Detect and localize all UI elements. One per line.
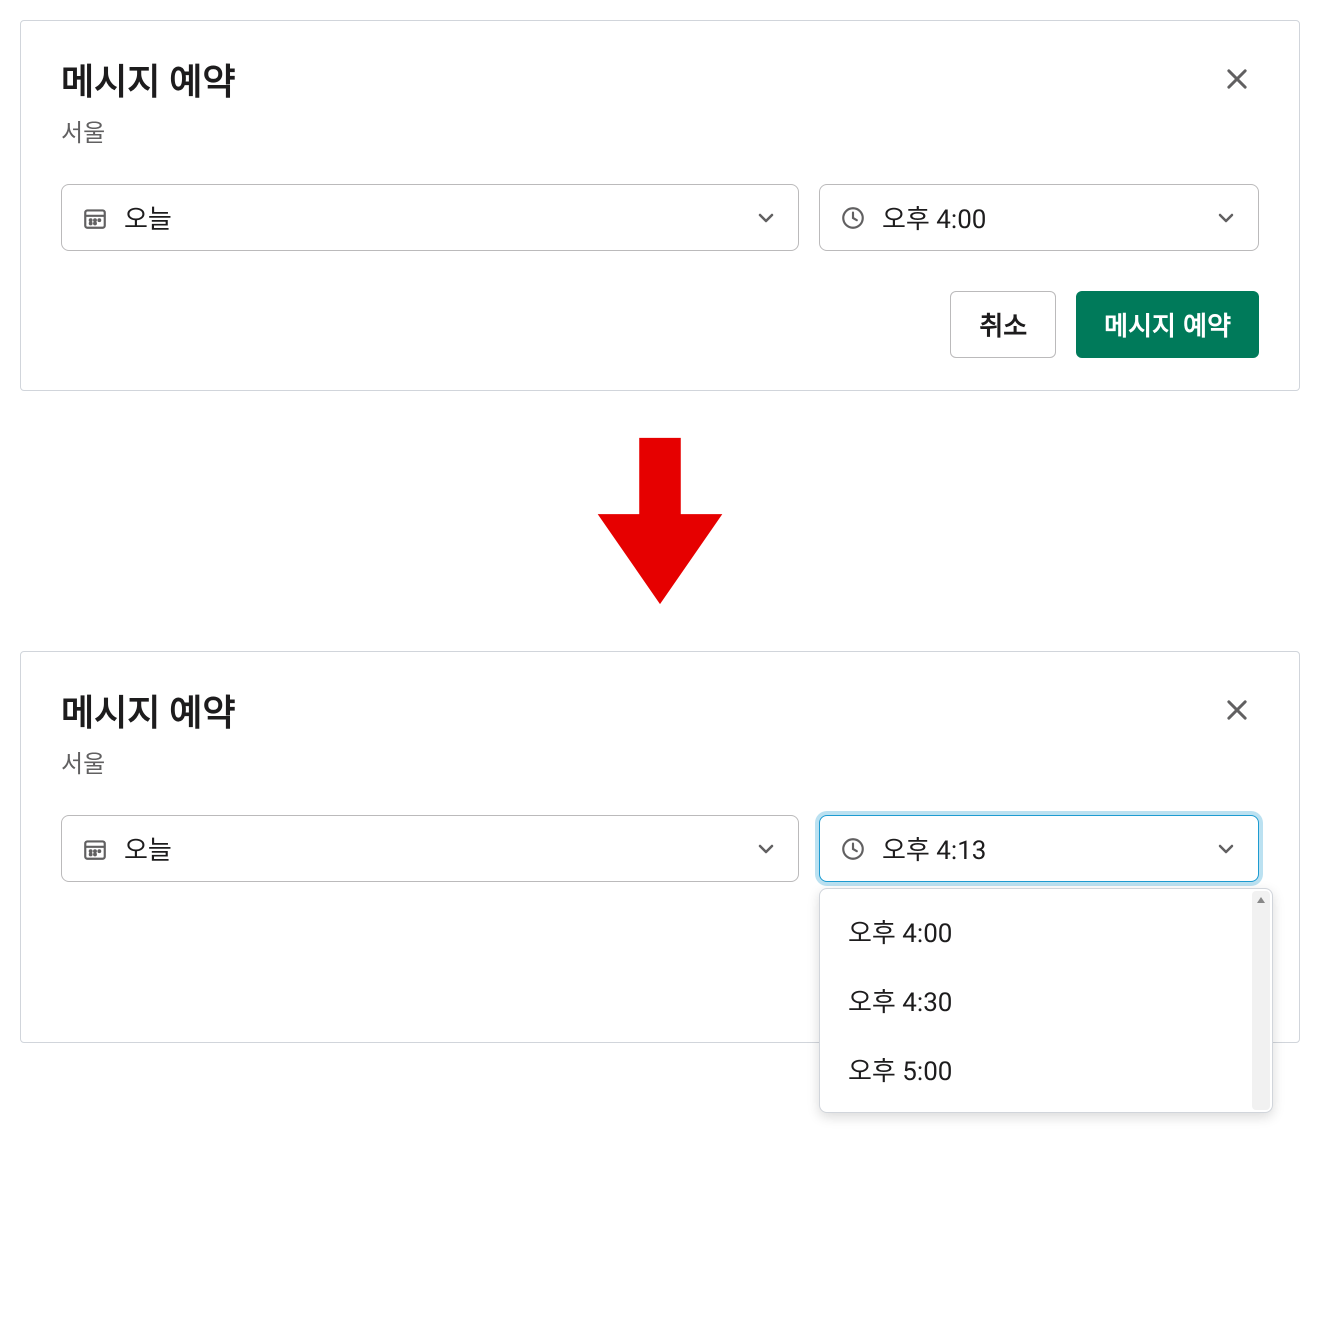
datetime-row: 오늘 오후 4:13 오후 4:00 오후 4:30 오후 5:00: [61, 815, 1259, 882]
datetime-row: 오늘 오후 4:00: [61, 184, 1259, 251]
chevron-down-icon: [754, 837, 778, 861]
time-value: 오후 4:13: [882, 830, 1214, 867]
time-select[interactable]: 오후 4:13: [819, 815, 1259, 882]
schedule-message-dialog-expanded: 메시지 예약 서울 오늘: [20, 651, 1300, 1043]
cancel-button[interactable]: 취소: [950, 291, 1056, 358]
close-button[interactable]: [1215, 57, 1259, 104]
dialog-title: 메시지 예약: [61, 53, 236, 105]
schedule-button[interactable]: 메시지 예약: [1076, 291, 1259, 358]
dialog-title-block: 메시지 예약 서울: [61, 53, 236, 148]
date-select[interactable]: 오늘: [61, 184, 799, 251]
clock-icon: [840, 205, 866, 231]
calendar-icon: [82, 836, 108, 862]
dialog-subtitle: 서울: [61, 744, 236, 779]
dialog-actions: 취소 메시지 예약: [61, 291, 1259, 358]
time-select[interactable]: 오후 4:00: [819, 184, 1259, 251]
time-option[interactable]: 오후 4:00: [820, 897, 1272, 966]
dialog-subtitle: 서울: [61, 113, 236, 148]
time-select-wrapper: 오후 4:13 오후 4:00 오후 4:30 오후 5:00: [819, 815, 1259, 882]
time-option[interactable]: 오후 4:30: [820, 966, 1272, 1035]
date-select[interactable]: 오늘: [61, 815, 799, 882]
schedule-message-dialog: 메시지 예약 서울 오늘: [20, 20, 1300, 391]
time-dropdown-list: 오후 4:00 오후 4:30 오후 5:00: [819, 888, 1273, 1113]
clock-icon: [840, 836, 866, 862]
chevron-down-icon: [754, 206, 778, 230]
transition-arrow: [20, 391, 1300, 651]
date-value: 오늘: [124, 199, 754, 236]
date-value: 오늘: [124, 830, 754, 867]
chevron-down-icon: [1214, 837, 1238, 861]
time-value: 오후 4:00: [882, 199, 1214, 236]
dialog-title-block: 메시지 예약 서울: [61, 684, 236, 779]
time-option[interactable]: 오후 5:00: [820, 1035, 1272, 1104]
close-icon: [1223, 696, 1251, 724]
arrow-down-icon: [590, 431, 730, 611]
chevron-down-icon: [1214, 206, 1238, 230]
scrollbar-up-icon: [1252, 891, 1270, 909]
dialog-header: 메시지 예약 서울: [61, 53, 1259, 148]
calendar-icon: [82, 205, 108, 231]
dialog-title: 메시지 예약: [61, 684, 236, 736]
close-icon: [1223, 65, 1251, 93]
close-button[interactable]: [1215, 688, 1259, 735]
dialog-header: 메시지 예약 서울: [61, 684, 1259, 779]
scrollbar[interactable]: [1252, 891, 1270, 1110]
